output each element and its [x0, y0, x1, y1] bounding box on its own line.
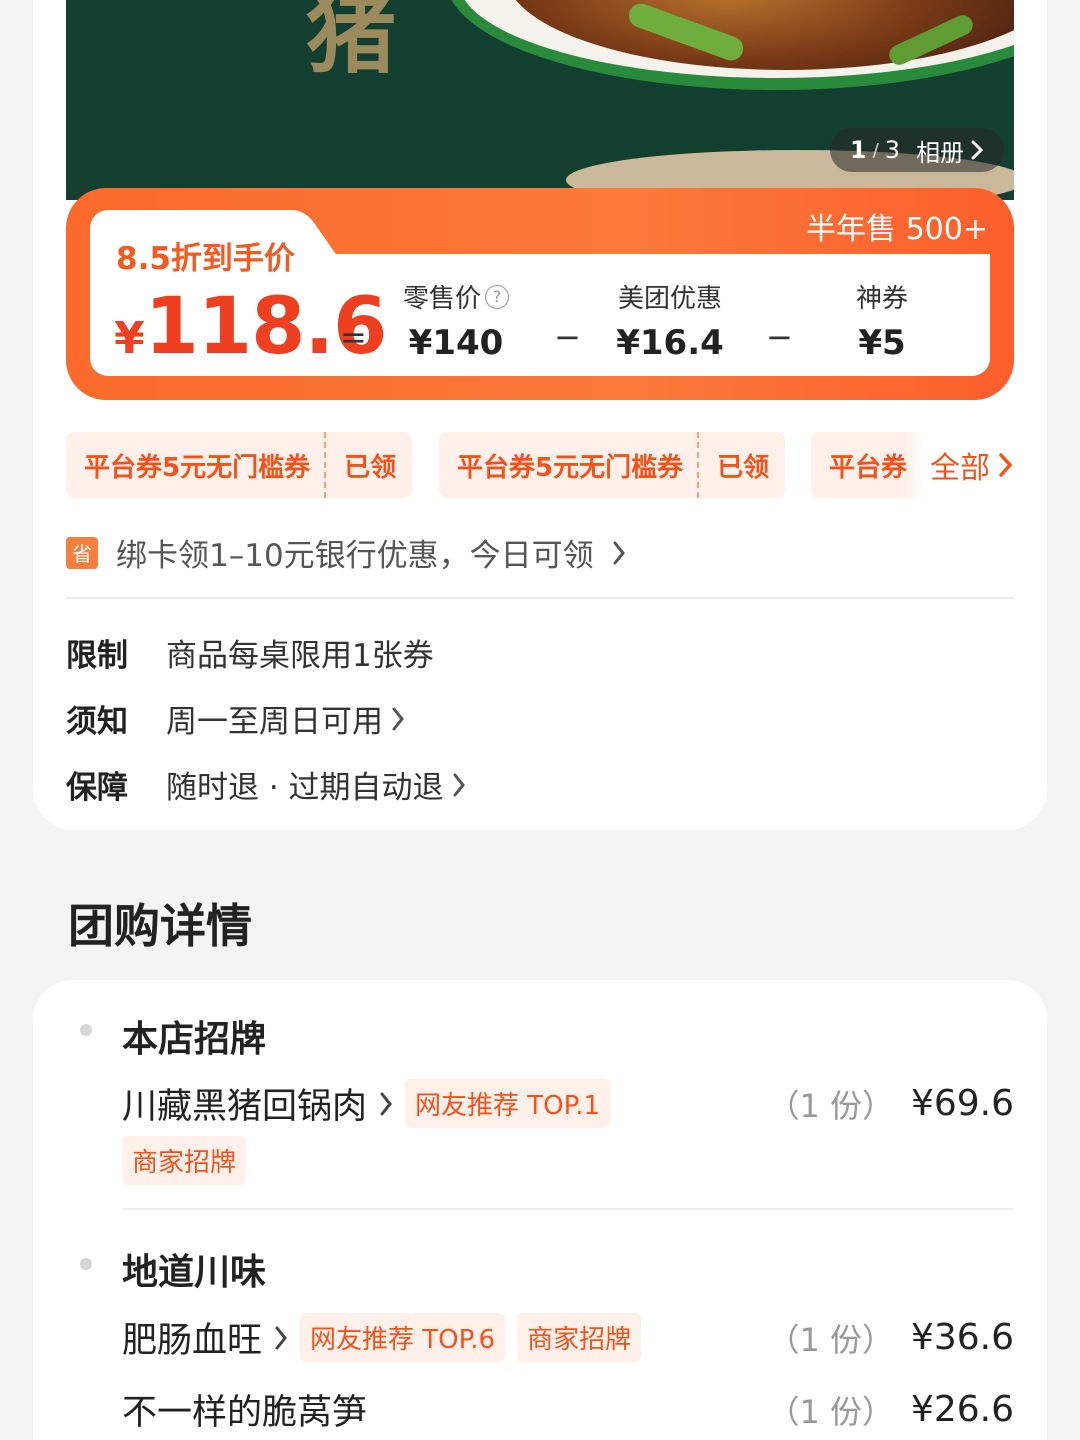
album-button[interactable]: 1 / 3 相册: [830, 128, 1005, 172]
chevron-right-icon: [971, 140, 984, 160]
rule-value: 商品每桌限用1张券: [166, 638, 434, 674]
rule-value: 周一至周日可用: [166, 704, 383, 740]
dish-name: 不一样的脆莴笋: [122, 1393, 368, 1433]
dish-price: ¥26.6: [910, 1389, 1014, 1430]
bullet-dot: [80, 1258, 92, 1270]
rule-key: 保障: [66, 770, 128, 806]
minus-sign: −: [554, 318, 581, 356]
half-year-sales: 半年售 500+: [806, 212, 988, 247]
dish-item[interactable]: 川藏黑猪回锅肉 网友推荐 TOP.1 （1 份） ¥69.6: [122, 1078, 1014, 1129]
bank-offer-link[interactable]: 省 绑卡领1–10元银行优惠，今日可领: [66, 530, 626, 575]
chevron-right-icon: [392, 707, 404, 730]
dish-tag: 网友推荐 TOP.1: [405, 1079, 611, 1128]
retail-price-value: ¥140: [408, 323, 504, 363]
album-total: 3: [884, 136, 901, 164]
equals-sign: =: [340, 318, 367, 356]
dish-tag-row: 商家招牌: [122, 1136, 1014, 1185]
dish-tag: 商家招牌: [517, 1313, 642, 1362]
chevron-right-icon: [380, 1092, 392, 1115]
group-title: 地道川味: [122, 1252, 267, 1293]
rule-row-notice[interactable]: 须知 周一至周日可用: [66, 696, 405, 741]
chevron-right-icon: [999, 453, 1013, 477]
dish-price: ¥69.6: [910, 1083, 1014, 1124]
discount-label: 8.5折到手价: [116, 241, 295, 277]
hero-watermark-text: 猪: [306, 0, 396, 86]
super-coupon-label: 神券: [855, 284, 908, 314]
save-badge-icon: 省: [66, 536, 98, 569]
section-title: 团购详情: [68, 899, 252, 953]
dish-tag: 商家招牌: [122, 1136, 247, 1185]
retail-price-label: 零售价: [402, 284, 481, 314]
super-coupon-block: 神券 ¥5: [802, 278, 962, 363]
coupon-strip: 平台券5元无门槛券 已领 平台券5元无门槛券 已领 平台券 全部: [66, 432, 1014, 498]
album-separator: /: [872, 139, 879, 161]
coupon-state: 已领: [717, 452, 770, 483]
dish-item: 不一样的脆莴笋 （1 份） ¥26.6: [122, 1384, 1014, 1435]
dish-tag: 网友推荐 TOP.6: [300, 1313, 506, 1362]
divider: [122, 1208, 1014, 1210]
dish-price: ¥36.6: [910, 1317, 1014, 1358]
meituan-discount-value: ¥16.4: [616, 323, 724, 363]
rule-value: 随时退 · 过期自动退: [166, 770, 444, 806]
album-label: 相册: [916, 138, 965, 167]
dish-name: 川藏黑猪回锅肉: [122, 1087, 368, 1127]
dish-quantity: （1 份）: [767, 1086, 894, 1125]
album-current-index: 1: [850, 136, 867, 164]
meituan-discount-block: 美团优惠 ¥16.4: [590, 278, 750, 363]
coupon-chip[interactable]: 平台券5元无门槛券 已领: [439, 432, 786, 498]
currency-symbol: ¥: [114, 313, 145, 364]
coupon-chip[interactable]: 平台券5元无门槛券 已领: [66, 432, 413, 498]
chevron-right-icon: [275, 1326, 287, 1349]
all-coupons-button[interactable]: 全部: [904, 432, 1014, 498]
dish-item[interactable]: 肥肠血旺 网友推荐 TOP.6 商家招牌 （1 份） ¥36.6: [122, 1312, 1014, 1363]
retail-price-block: 零售价 ? ¥140: [376, 278, 536, 363]
rule-row-limit: 限制 商品每桌限用1张券: [66, 630, 434, 675]
coupon-state: 已领: [344, 452, 397, 483]
super-coupon-value: ¥5: [858, 323, 906, 363]
dish-name: 肥肠血旺: [122, 1321, 263, 1361]
bank-offer-text: 绑卡领1–10元银行优惠，今日可领: [116, 538, 594, 574]
coupon-name: 平台券5元无门槛券: [457, 452, 684, 483]
divider: [66, 597, 1014, 599]
dish-quantity: （1 份）: [767, 1392, 894, 1431]
all-coupons-label: 全部: [930, 451, 990, 486]
rule-key: 限制: [66, 638, 128, 674]
group-title: 本店招牌: [122, 1019, 267, 1060]
chevron-right-icon: [453, 773, 465, 796]
minus-sign: −: [766, 318, 793, 356]
rule-row-guarantee[interactable]: 保障 随时退 · 过期自动退: [66, 762, 466, 807]
chevron-right-icon: [613, 541, 625, 564]
bullet-dot: [80, 1024, 92, 1036]
coupon-name: 平台券5元无门槛券: [84, 452, 311, 483]
dish-quantity: （1 份）: [767, 1320, 894, 1359]
rule-key: 须知: [66, 704, 128, 740]
meituan-discount-label: 美团优惠: [617, 284, 722, 314]
help-icon[interactable]: ?: [485, 284, 509, 309]
